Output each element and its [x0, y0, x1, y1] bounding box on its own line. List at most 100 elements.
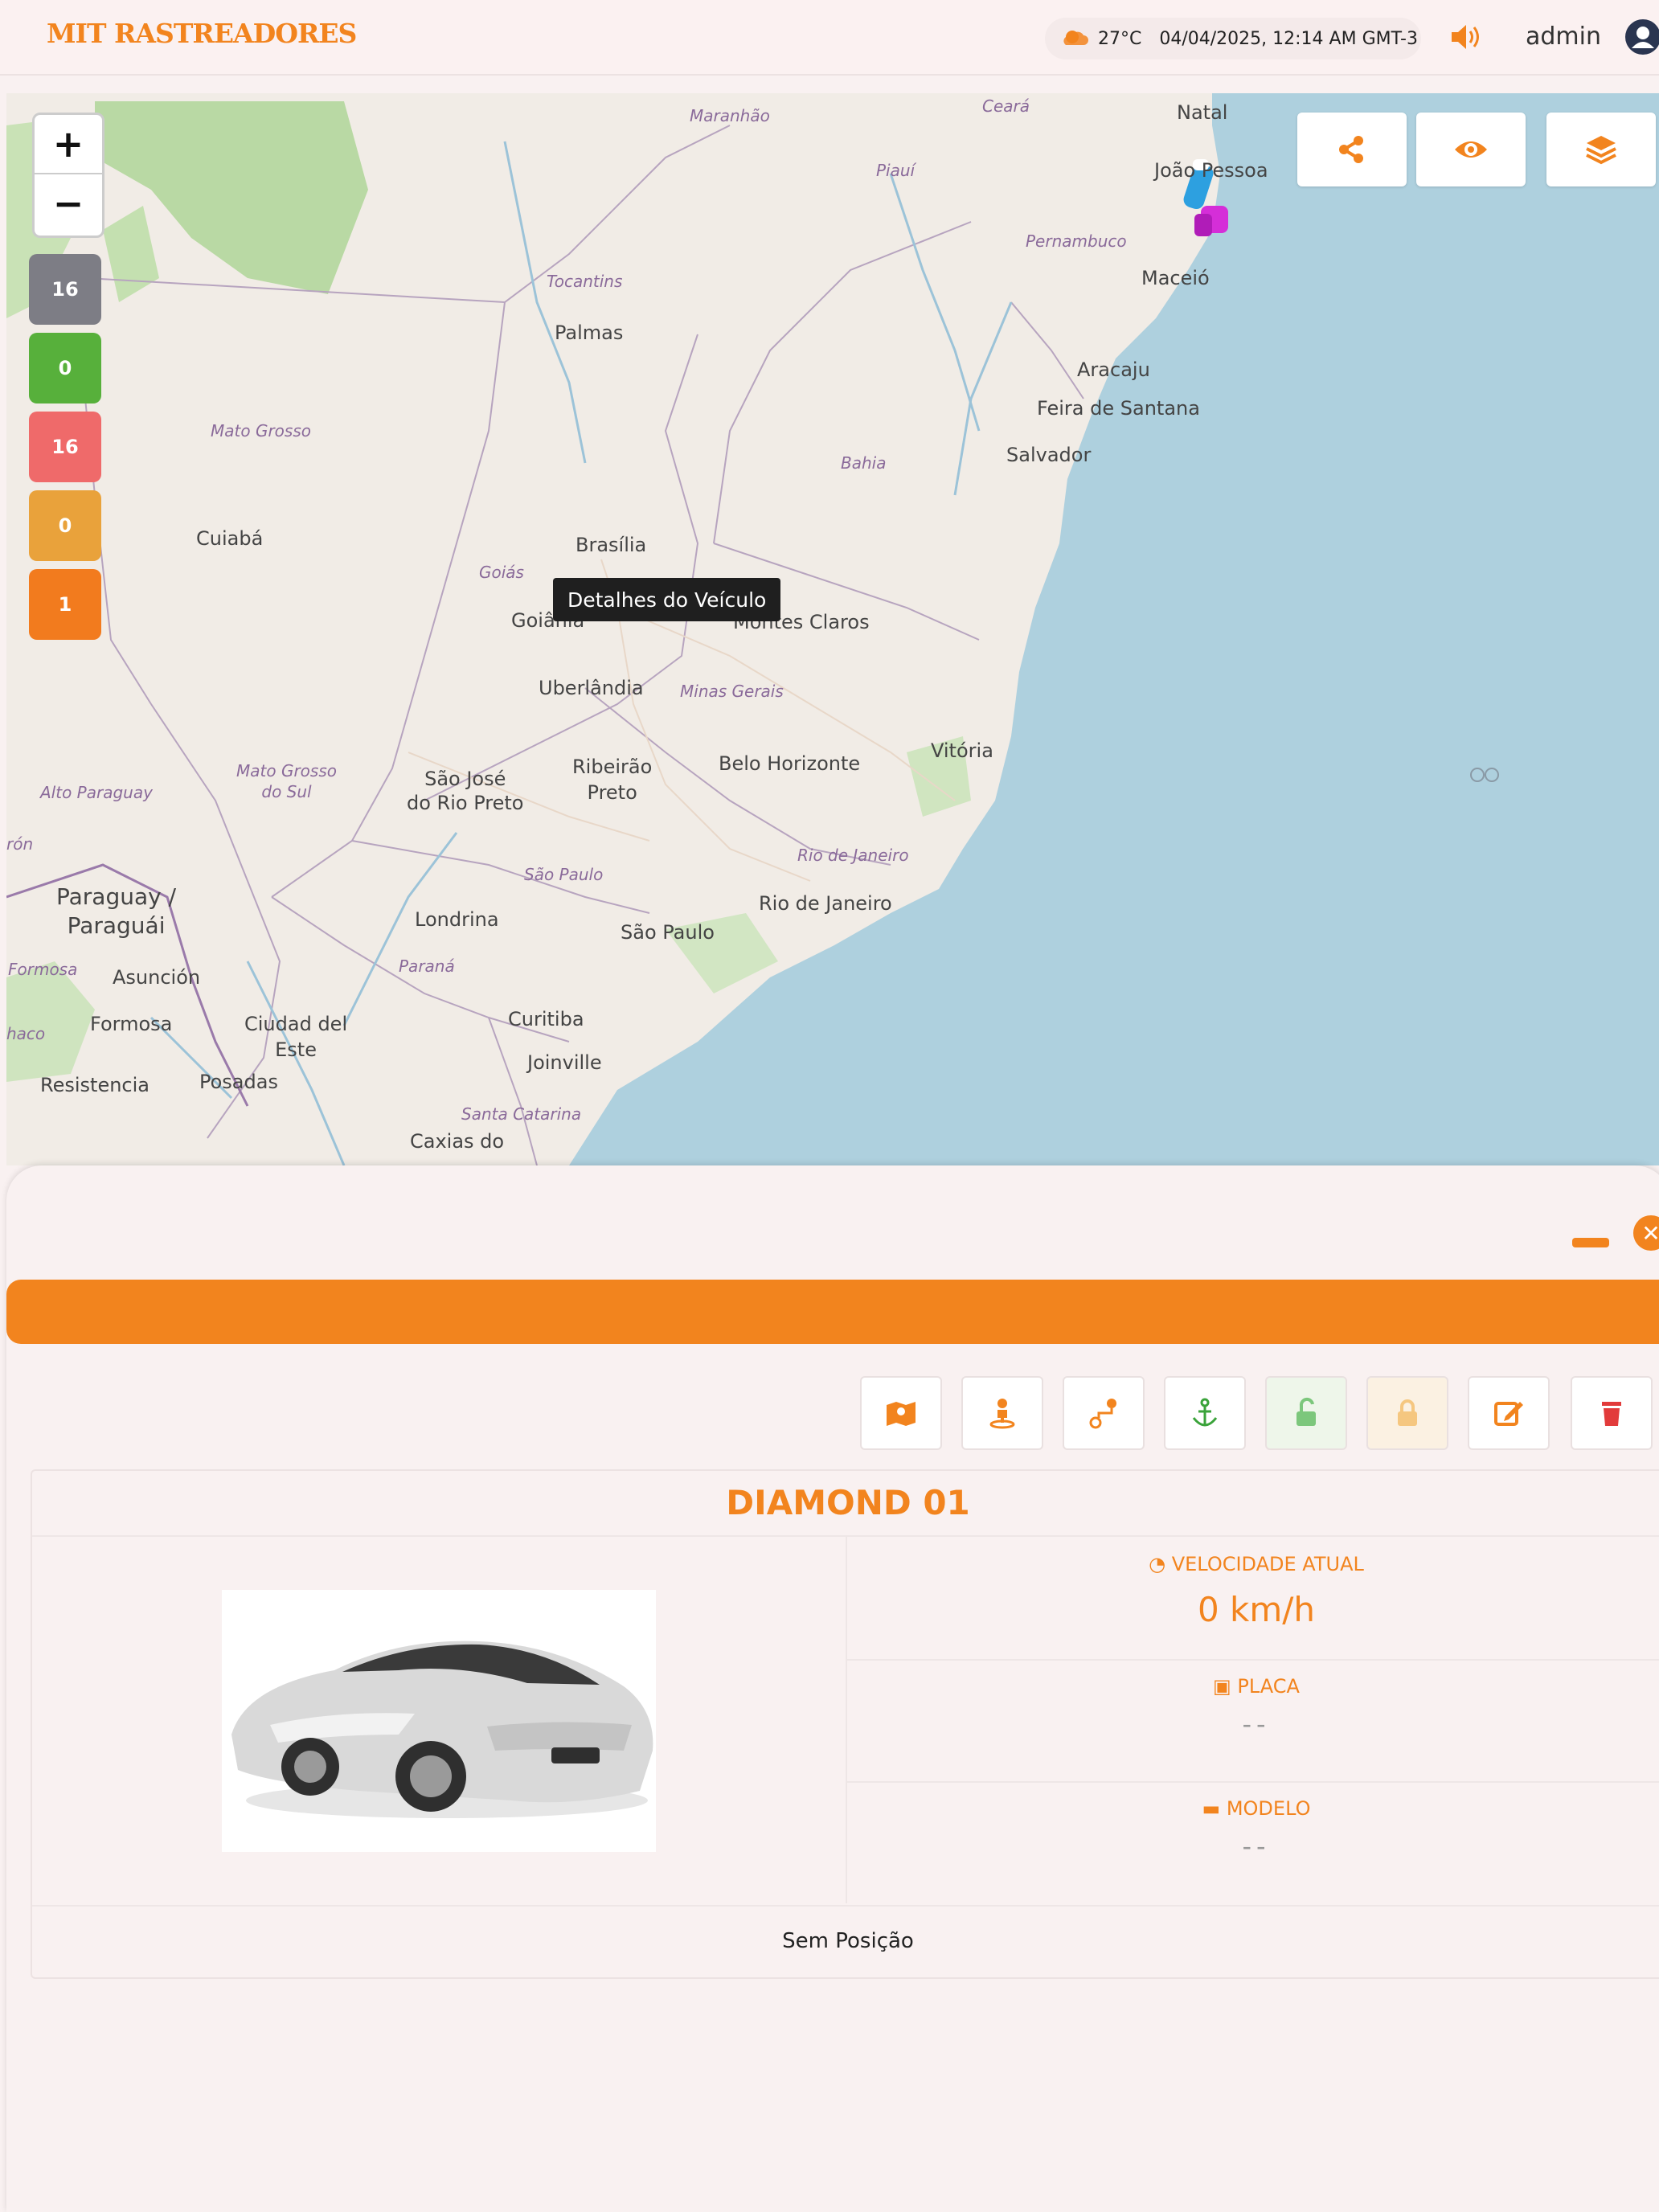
map-label-aracaju: Aracaju [1077, 358, 1150, 381]
share-button[interactable] [1297, 113, 1407, 186]
map-region-mato-grosso: Mato Grosso [211, 421, 311, 440]
partly-cloudy-icon [1063, 31, 1088, 45]
speedometer-icon: ◔ [1149, 1553, 1166, 1575]
position-status: Sem Posição [782, 1929, 914, 1953]
car-photo [231, 1641, 653, 1818]
model-row: ▬ MODELO -- [847, 1781, 1659, 1903]
map-label-ribeirao-preto: Ribeirão Preto [572, 756, 653, 804]
weather-widget: 27°C 04/04/2025, 12:14 AM GMT-3 [1045, 18, 1421, 59]
counter-total[interactable]: 16 [29, 254, 101, 325]
map-label-palmas: Palmas [555, 322, 624, 344]
map-region-formosa: Formosa [8, 960, 78, 979]
anchor-button[interactable] [1164, 1376, 1246, 1450]
map-region-piaui: Piauí [876, 161, 916, 180]
map-view[interactable]: + − 16 0 16 0 1 Natal João Pessoa Maceió… [6, 93, 1659, 1165]
lock-button[interactable] [1366, 1376, 1448, 1450]
vehicle-info-card: DIAMOND 01 ◔ VELOCIDADE ATUAL 0 km/h ▣ P… [31, 1469, 1659, 1979]
map-label-joinville: Joinville [527, 1051, 602, 1074]
model-value: -- [1242, 1831, 1271, 1862]
person-pin-icon [989, 1399, 1015, 1429]
current-datetime: 04/04/2025, 12:14 AM GMT-3 [1159, 28, 1418, 49]
map-label-rio-de-janeiro: Rio de Janeiro [759, 892, 892, 915]
map-region-tocantins: Tocantins [547, 272, 623, 291]
map-label-posadas: Posadas [199, 1071, 278, 1093]
map-region-mato-grosso-do-sul: Mato Grosso do Sul [236, 761, 337, 801]
map-route-button[interactable] [860, 1376, 942, 1450]
model-label: MODELO [1226, 1797, 1311, 1820]
layers-button[interactable] [1546, 113, 1656, 186]
speed-row: ◔ VELOCIDADE ATUAL 0 km/h [847, 1537, 1659, 1661]
map-region-minas-gerais: Minas Gerais [680, 682, 784, 701]
map-label-curitiba: Curitiba [508, 1008, 584, 1030]
map-label-joao-pessoa: João Pessoa [1154, 159, 1268, 182]
map-region-bahia: Bahia [841, 453, 887, 473]
map-region-alto-paraguay: Alto Paraguay [40, 783, 153, 802]
plate-label-wrapper: ▣ PLACA [847, 1675, 1659, 1698]
position-row: Sem Posição [32, 1905, 1659, 1979]
close-icon: ✕ [1641, 1219, 1659, 1247]
panel-header-bar [6, 1280, 1659, 1344]
map-label-feira-de-santana: Feira de Santana [1037, 397, 1200, 420]
map-label-vitoria: Vitória [931, 739, 993, 762]
map-region-parana: Paraná [399, 956, 455, 976]
map-region-ron: rón [6, 834, 34, 854]
close-button[interactable]: ✕ [1633, 1215, 1659, 1251]
map-label-brasilia: Brasília [576, 534, 647, 556]
visibility-button[interactable] [1416, 113, 1526, 186]
layers-icon [1586, 136, 1616, 165]
map-region-sao-paulo: São Paulo [524, 865, 604, 884]
map-region-pernambuco: Pernambuco [1026, 231, 1127, 251]
anchor-icon [1192, 1398, 1218, 1427]
zoom-in-button[interactable]: + [35, 115, 102, 174]
edit-icon [1494, 1402, 1523, 1426]
map-label-belo-horizonte: Belo Horizonte [719, 752, 861, 775]
plate-row: ▣ PLACA -- [847, 1659, 1659, 1783]
id-card-icon: ▣ [1213, 1675, 1231, 1698]
lock-icon [1398, 1399, 1417, 1426]
zoom-control: + − [32, 113, 104, 238]
brand-logo[interactable]: MIT RASTREADORES [47, 18, 357, 49]
map-label-ciudad-del-este: Ciudad del Este [244, 1013, 348, 1061]
map-region-ceara: Ceará [982, 96, 1030, 116]
vehicle-info-column: ◔ VELOCIDADE ATUAL 0 km/h ▣ PLACA -- ▬ M… [846, 1537, 1659, 1903]
counter-alert[interactable]: 1 [29, 569, 101, 640]
map-label-londrina: Londrina [415, 908, 499, 931]
map-region-chaco: haco [6, 1024, 46, 1043]
person-pin-button[interactable] [961, 1376, 1043, 1450]
map-marker-route-icon [887, 1402, 916, 1426]
unlock-button[interactable] [1265, 1376, 1347, 1450]
map-label-uberlandia: Uberlândia [539, 677, 644, 699]
user-name[interactable]: admin [1526, 23, 1601, 51]
counter-online[interactable]: 0 [29, 333, 101, 403]
map-label-resistencia: Resistencia [40, 1074, 150, 1096]
trash-icon [1602, 1402, 1621, 1426]
share-icon [1339, 136, 1363, 163]
map-label-sao-paulo: São Paulo [621, 921, 715, 944]
map-label-caxias-do-sul: Caxias do [410, 1130, 505, 1153]
map-region-maranhao: Maranhão [690, 106, 770, 125]
vehicle-details-tooltip: Detalhes do Veículo [553, 578, 781, 621]
route-history-button[interactable] [1063, 1376, 1145, 1450]
delete-button[interactable] [1571, 1376, 1653, 1450]
minimize-button[interactable] [1572, 1238, 1609, 1247]
car-icon: ▬ [1202, 1797, 1221, 1820]
eye-icon [1455, 141, 1487, 158]
counter-idle[interactable]: 0 [29, 490, 101, 561]
speed-value: 0 km/h [1197, 1590, 1316, 1629]
plate-value: -- [1242, 1709, 1271, 1739]
user-circle-icon[interactable] [1624, 18, 1659, 56]
map-label-cuiaba: Cuiabá [196, 527, 264, 550]
plate-label: PLACA [1237, 1675, 1300, 1698]
map-label-sao-jose-do-rio-preto: São José do Rio Preto [407, 768, 524, 814]
volume-icon[interactable] [1447, 18, 1485, 56]
zoom-out-button[interactable]: − [35, 174, 102, 232]
weather-temperature: 27°C [1098, 28, 1142, 49]
map-label-paraguay: Paraguay / Paraguái [56, 883, 177, 939]
route-icon [1089, 1399, 1116, 1429]
counter-offline[interactable]: 16 [29, 412, 101, 482]
map-label-maceio: Maceió [1141, 267, 1210, 289]
map-region-santa-catarina: Santa Catarina [461, 1104, 582, 1124]
edit-button[interactable] [1468, 1376, 1550, 1450]
map-label-formosa: Formosa [90, 1013, 173, 1035]
vehicle-name: DIAMOND 01 [32, 1471, 1659, 1537]
